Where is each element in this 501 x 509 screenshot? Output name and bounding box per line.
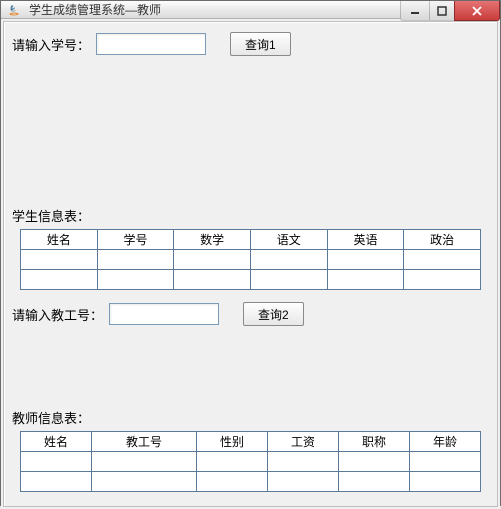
table-row	[21, 452, 481, 472]
table-header: 年龄	[409, 432, 480, 452]
table-cell	[404, 270, 481, 290]
table-cell	[197, 472, 268, 492]
table-header: 工资	[268, 432, 339, 452]
table-header: 姓名	[21, 230, 98, 250]
student-id-label: 请输入学号：	[12, 35, 90, 54]
table-cell	[21, 250, 98, 270]
student-query-row: 请输入学号： 查询1	[12, 32, 489, 56]
table-header: 学号	[97, 230, 174, 250]
titlebar: 学生成绩管理系统—教师	[1, 1, 500, 19]
student-id-input[interactable]	[96, 33, 206, 55]
table-header: 数学	[174, 230, 251, 250]
table-cell	[409, 452, 480, 472]
table-header: 政治	[404, 230, 481, 250]
table-cell	[21, 452, 92, 472]
table-row	[21, 472, 481, 492]
query2-button[interactable]: 查询2	[243, 302, 304, 326]
content-panel: 请输入学号： 查询1 学生信息表： 姓名学号数学语文英语政治 请输入教工号： 查…	[3, 21, 498, 507]
teacher-table: 姓名教工号性别工资职称年龄	[20, 431, 481, 492]
table-cell	[91, 452, 196, 472]
table-header: 英语	[327, 230, 404, 250]
maximize-button[interactable]	[429, 1, 455, 21]
teacher-id-input[interactable]	[109, 303, 219, 325]
table-cell	[197, 452, 268, 472]
table-cell	[268, 452, 339, 472]
table-cell	[97, 250, 174, 270]
table-cell	[404, 250, 481, 270]
table-cell	[97, 270, 174, 290]
table-cell	[174, 270, 251, 290]
table-cell	[250, 270, 327, 290]
student-table-caption: 学生信息表：	[12, 206, 489, 225]
table-cell	[338, 452, 409, 472]
table-header: 姓名	[21, 432, 92, 452]
table-cell	[250, 250, 327, 270]
window-title: 学生成绩管理系统—教师	[29, 1, 161, 18]
window-controls	[401, 1, 500, 21]
spacer	[12, 334, 489, 404]
table-cell	[21, 472, 92, 492]
client-area: 请输入学号： 查询1 学生信息表： 姓名学号数学语文英语政治 请输入教工号： 查…	[1, 19, 500, 509]
spacer	[12, 64, 489, 202]
app-window: 学生成绩管理系统—教师 请输入学号： 查询1 学生信息表：	[0, 0, 501, 506]
table-cell	[338, 472, 409, 492]
java-icon	[7, 2, 23, 18]
teacher-table-caption: 教师信息表：	[12, 408, 489, 427]
teacher-table-wrap: 姓名教工号性别工资职称年龄	[12, 431, 489, 498]
close-button[interactable]	[454, 1, 500, 21]
teacher-id-label: 请输入教工号：	[12, 305, 103, 324]
maximize-icon	[437, 6, 447, 16]
close-icon	[471, 5, 483, 17]
table-cell	[327, 270, 404, 290]
table-header: 性别	[197, 432, 268, 452]
table-cell	[327, 250, 404, 270]
table-row	[21, 270, 481, 290]
student-table-wrap: 姓名学号数学语文英语政治	[12, 229, 489, 296]
minimize-button[interactable]	[400, 1, 430, 21]
teacher-query-row: 请输入教工号： 查询2	[12, 302, 489, 326]
table-cell	[409, 472, 480, 492]
table-row	[21, 250, 481, 270]
table-cell	[91, 472, 196, 492]
table-header: 教工号	[91, 432, 196, 452]
query1-button[interactable]: 查询1	[230, 32, 291, 56]
table-header: 语文	[250, 230, 327, 250]
table-cell	[21, 270, 98, 290]
minimize-icon	[410, 6, 420, 16]
student-table: 姓名学号数学语文英语政治	[20, 229, 481, 290]
table-cell	[268, 472, 339, 492]
table-header: 职称	[338, 432, 409, 452]
table-cell	[174, 250, 251, 270]
